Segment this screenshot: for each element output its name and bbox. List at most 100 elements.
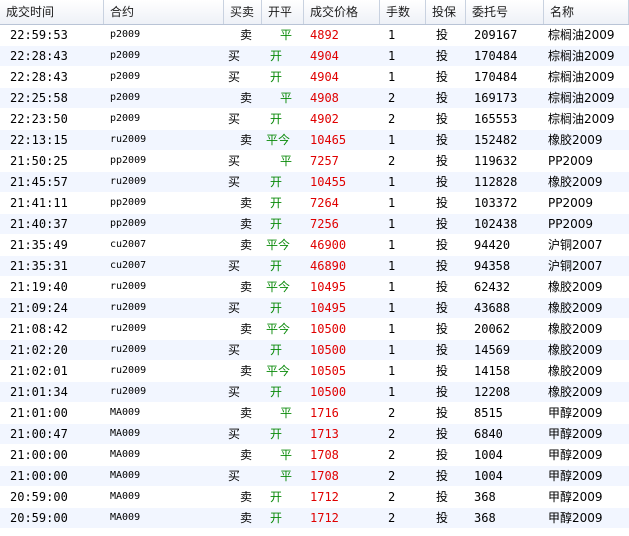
- table-row[interactable]: 21:00:00 MA009 买 平 1708 2 投 1004 甲醇2009: [0, 466, 629, 487]
- cell-quantity: 2: [388, 112, 396, 126]
- table-row[interactable]: 22:59:53 p2009 卖 平 4892 1 投 209167 棕榈油2009: [0, 25, 629, 46]
- table-row[interactable]: 22:13:15 ru2009 卖平今 10465 1 投 152482 橡胶2009: [0, 130, 629, 151]
- cell-hedge: 投: [436, 343, 449, 357]
- direction-label: 卖: [240, 217, 253, 231]
- table-row[interactable]: 22:25:58 p2009 卖 平 4908 2 投 169173 棕榈油2009: [0, 88, 629, 109]
- cell-contract: MA009: [110, 470, 141, 481]
- column-header-time[interactable]: 成交时间: [0, 0, 104, 24]
- column-header-direction[interactable]: 买卖: [224, 0, 262, 24]
- cell-time: 22:23:50: [10, 112, 68, 126]
- table-row[interactable]: 21:00:47 MA009 买 开 1713 2 投 6840 甲醇2009: [0, 424, 629, 445]
- column-header-hedge[interactable]: 投保: [426, 0, 466, 24]
- cell-price: 1713: [310, 427, 339, 441]
- table-row[interactable]: 21:09:24 ru2009 买 开 10495 1 投 43688 橡胶2009: [0, 298, 629, 319]
- cell-hedge: 投: [436, 511, 449, 525]
- table-row[interactable]: 21:02:20 ru2009 买 开 10500 1 投 14569 橡胶2009: [0, 340, 629, 361]
- cell-price: 10500: [310, 343, 347, 357]
- cell-time: 22:28:43: [10, 70, 68, 84]
- table-row[interactable]: 21:50:25 pp2009 买 平 7257 2 投 119632 PP2009: [0, 151, 629, 172]
- open-close-label: 开: [270, 112, 283, 126]
- cell-quantity: 1: [388, 133, 396, 147]
- cell-price: 10500: [310, 385, 347, 399]
- table-row[interactable]: 21:00:00 MA009 卖 平 1708 2 投 1004 甲醇2009: [0, 445, 629, 466]
- cell-order-id: 170484: [474, 70, 518, 84]
- cell-direction: 卖: [224, 88, 262, 108]
- cell-direction: 卖: [224, 235, 262, 255]
- cell-quantity: 2: [388, 154, 396, 168]
- table-row[interactable]: 20:59:00 MA009 卖 开 1712 2 投 368 甲醇2009: [0, 487, 629, 508]
- trade-records-table: 成交时间 合约 买卖 开平 成交价格 手数 投保 委托号 名称 22:59:53…: [0, 0, 629, 529]
- direction-label: 买: [228, 259, 241, 273]
- column-header-order-id[interactable]: 委托号: [466, 0, 544, 24]
- cell-time: 21:00:00: [10, 448, 68, 462]
- cell-contract: MA009: [110, 491, 141, 502]
- table-row[interactable]: 21:35:31 cu2007 买 开 46890 1 投 94358 沪铜2007: [0, 256, 629, 277]
- table-row[interactable]: 21:02:01 ru2009 卖平今 10505 1 投 14158 橡胶2009: [0, 361, 629, 382]
- cell-direction: 卖: [224, 277, 262, 297]
- table-row[interactable]: 21:45:57 ru2009 买 开 10455 1 投 112828 橡胶2009: [0, 172, 629, 193]
- cell-open-close: 开: [262, 508, 304, 528]
- cell-hedge: 投: [436, 91, 449, 105]
- direction-label: 卖: [240, 133, 253, 147]
- table-header: 成交时间 合约 买卖 开平 成交价格 手数 投保 委托号 名称: [0, 0, 629, 25]
- cell-quantity: 2: [388, 427, 396, 441]
- cell-hedge: 投: [436, 112, 449, 126]
- table-row[interactable]: 21:41:11 pp2009 卖 开 7264 1 投 103372 PP2009: [0, 193, 629, 214]
- cell-price: 1716: [310, 406, 339, 420]
- direction-label: 卖: [240, 91, 253, 105]
- cell-open-close: 开: [262, 67, 304, 87]
- cell-hedge: 投: [436, 385, 449, 399]
- cell-hedge: 投: [436, 448, 449, 462]
- cell-order-id: 14569: [474, 343, 511, 357]
- column-header-name[interactable]: 名称: [544, 0, 629, 24]
- table-row[interactable]: 21:08:42 ru2009 卖平今 10500 1 投 20062 橡胶2009: [0, 319, 629, 340]
- table-row[interactable]: 22:28:43 p2009 买 开 4904 1 投 170484 棕榈油2009: [0, 46, 629, 67]
- open-close-label: 平今: [266, 364, 291, 378]
- cell-contract: cu2007: [110, 260, 147, 271]
- column-header-quantity[interactable]: 手数: [380, 0, 426, 24]
- cell-open-close: 平今: [262, 319, 304, 339]
- direction-label: 卖: [240, 511, 253, 525]
- table-row[interactable]: 21:01:34 ru2009 买 开 10500 1 投 12208 橡胶2009: [0, 382, 629, 403]
- table-row[interactable]: 21:40:37 pp2009 卖 开 7256 1 投 102438 PP2009: [0, 214, 629, 235]
- cell-contract: p2009: [110, 71, 141, 82]
- table-row[interactable]: 21:35:49 cu2007 卖平今 46900 1 投 94420 沪铜2007: [0, 235, 629, 256]
- cell-hedge: 投: [436, 490, 449, 504]
- cell-quantity: 1: [388, 364, 396, 378]
- cell-contract: p2009: [110, 50, 141, 61]
- cell-contract: ru2009: [110, 386, 147, 397]
- cell-contract: ru2009: [110, 323, 147, 334]
- cell-name: 橡胶2009: [548, 364, 603, 378]
- column-header-price[interactable]: 成交价格: [304, 0, 380, 24]
- cell-price: 7257: [310, 154, 339, 168]
- cell-order-id: 62432: [474, 280, 511, 294]
- cell-name: 甲醇2009: [548, 511, 603, 525]
- table-row[interactable]: 22:28:43 p2009 买 开 4904 1 投 170484 棕榈油2009: [0, 67, 629, 88]
- cell-time: 21:02:20: [10, 343, 68, 357]
- direction-label: 买: [228, 343, 241, 357]
- cell-order-id: 8515: [474, 406, 503, 420]
- table-row[interactable]: 22:23:50 p2009 买 开 4902 2 投 165553 棕榈油2009: [0, 109, 629, 130]
- open-close-label: 开: [270, 196, 283, 210]
- open-close-label: 平: [280, 406, 293, 420]
- cell-quantity: 1: [388, 28, 396, 42]
- column-header-open-close[interactable]: 开平: [262, 0, 304, 24]
- cell-price: 7264: [310, 196, 339, 210]
- cell-order-id: 1004: [474, 469, 503, 483]
- cell-quantity: 2: [388, 469, 396, 483]
- table-row[interactable]: 20:59:00 MA009 卖 开 1712 2 投 368 甲醇2009: [0, 508, 629, 529]
- cell-direction: 卖: [224, 193, 262, 213]
- cell-contract: MA009: [110, 449, 141, 460]
- direction-label: 买: [228, 154, 241, 168]
- cell-price: 1712: [310, 511, 339, 525]
- cell-open-close: 开: [262, 214, 304, 234]
- direction-label: 卖: [240, 322, 253, 336]
- direction-label: 买: [228, 70, 241, 84]
- column-header-contract[interactable]: 合约: [104, 0, 224, 24]
- cell-quantity: 2: [388, 448, 396, 462]
- cell-direction: 买: [224, 109, 262, 129]
- table-row[interactable]: 21:19:40 ru2009 卖平今 10495 1 投 62432 橡胶2009: [0, 277, 629, 298]
- cell-open-close: 平今: [262, 235, 304, 255]
- cell-quantity: 1: [388, 343, 396, 357]
- table-row[interactable]: 21:01:00 MA009 卖 平 1716 2 投 8515 甲醇2009: [0, 403, 629, 424]
